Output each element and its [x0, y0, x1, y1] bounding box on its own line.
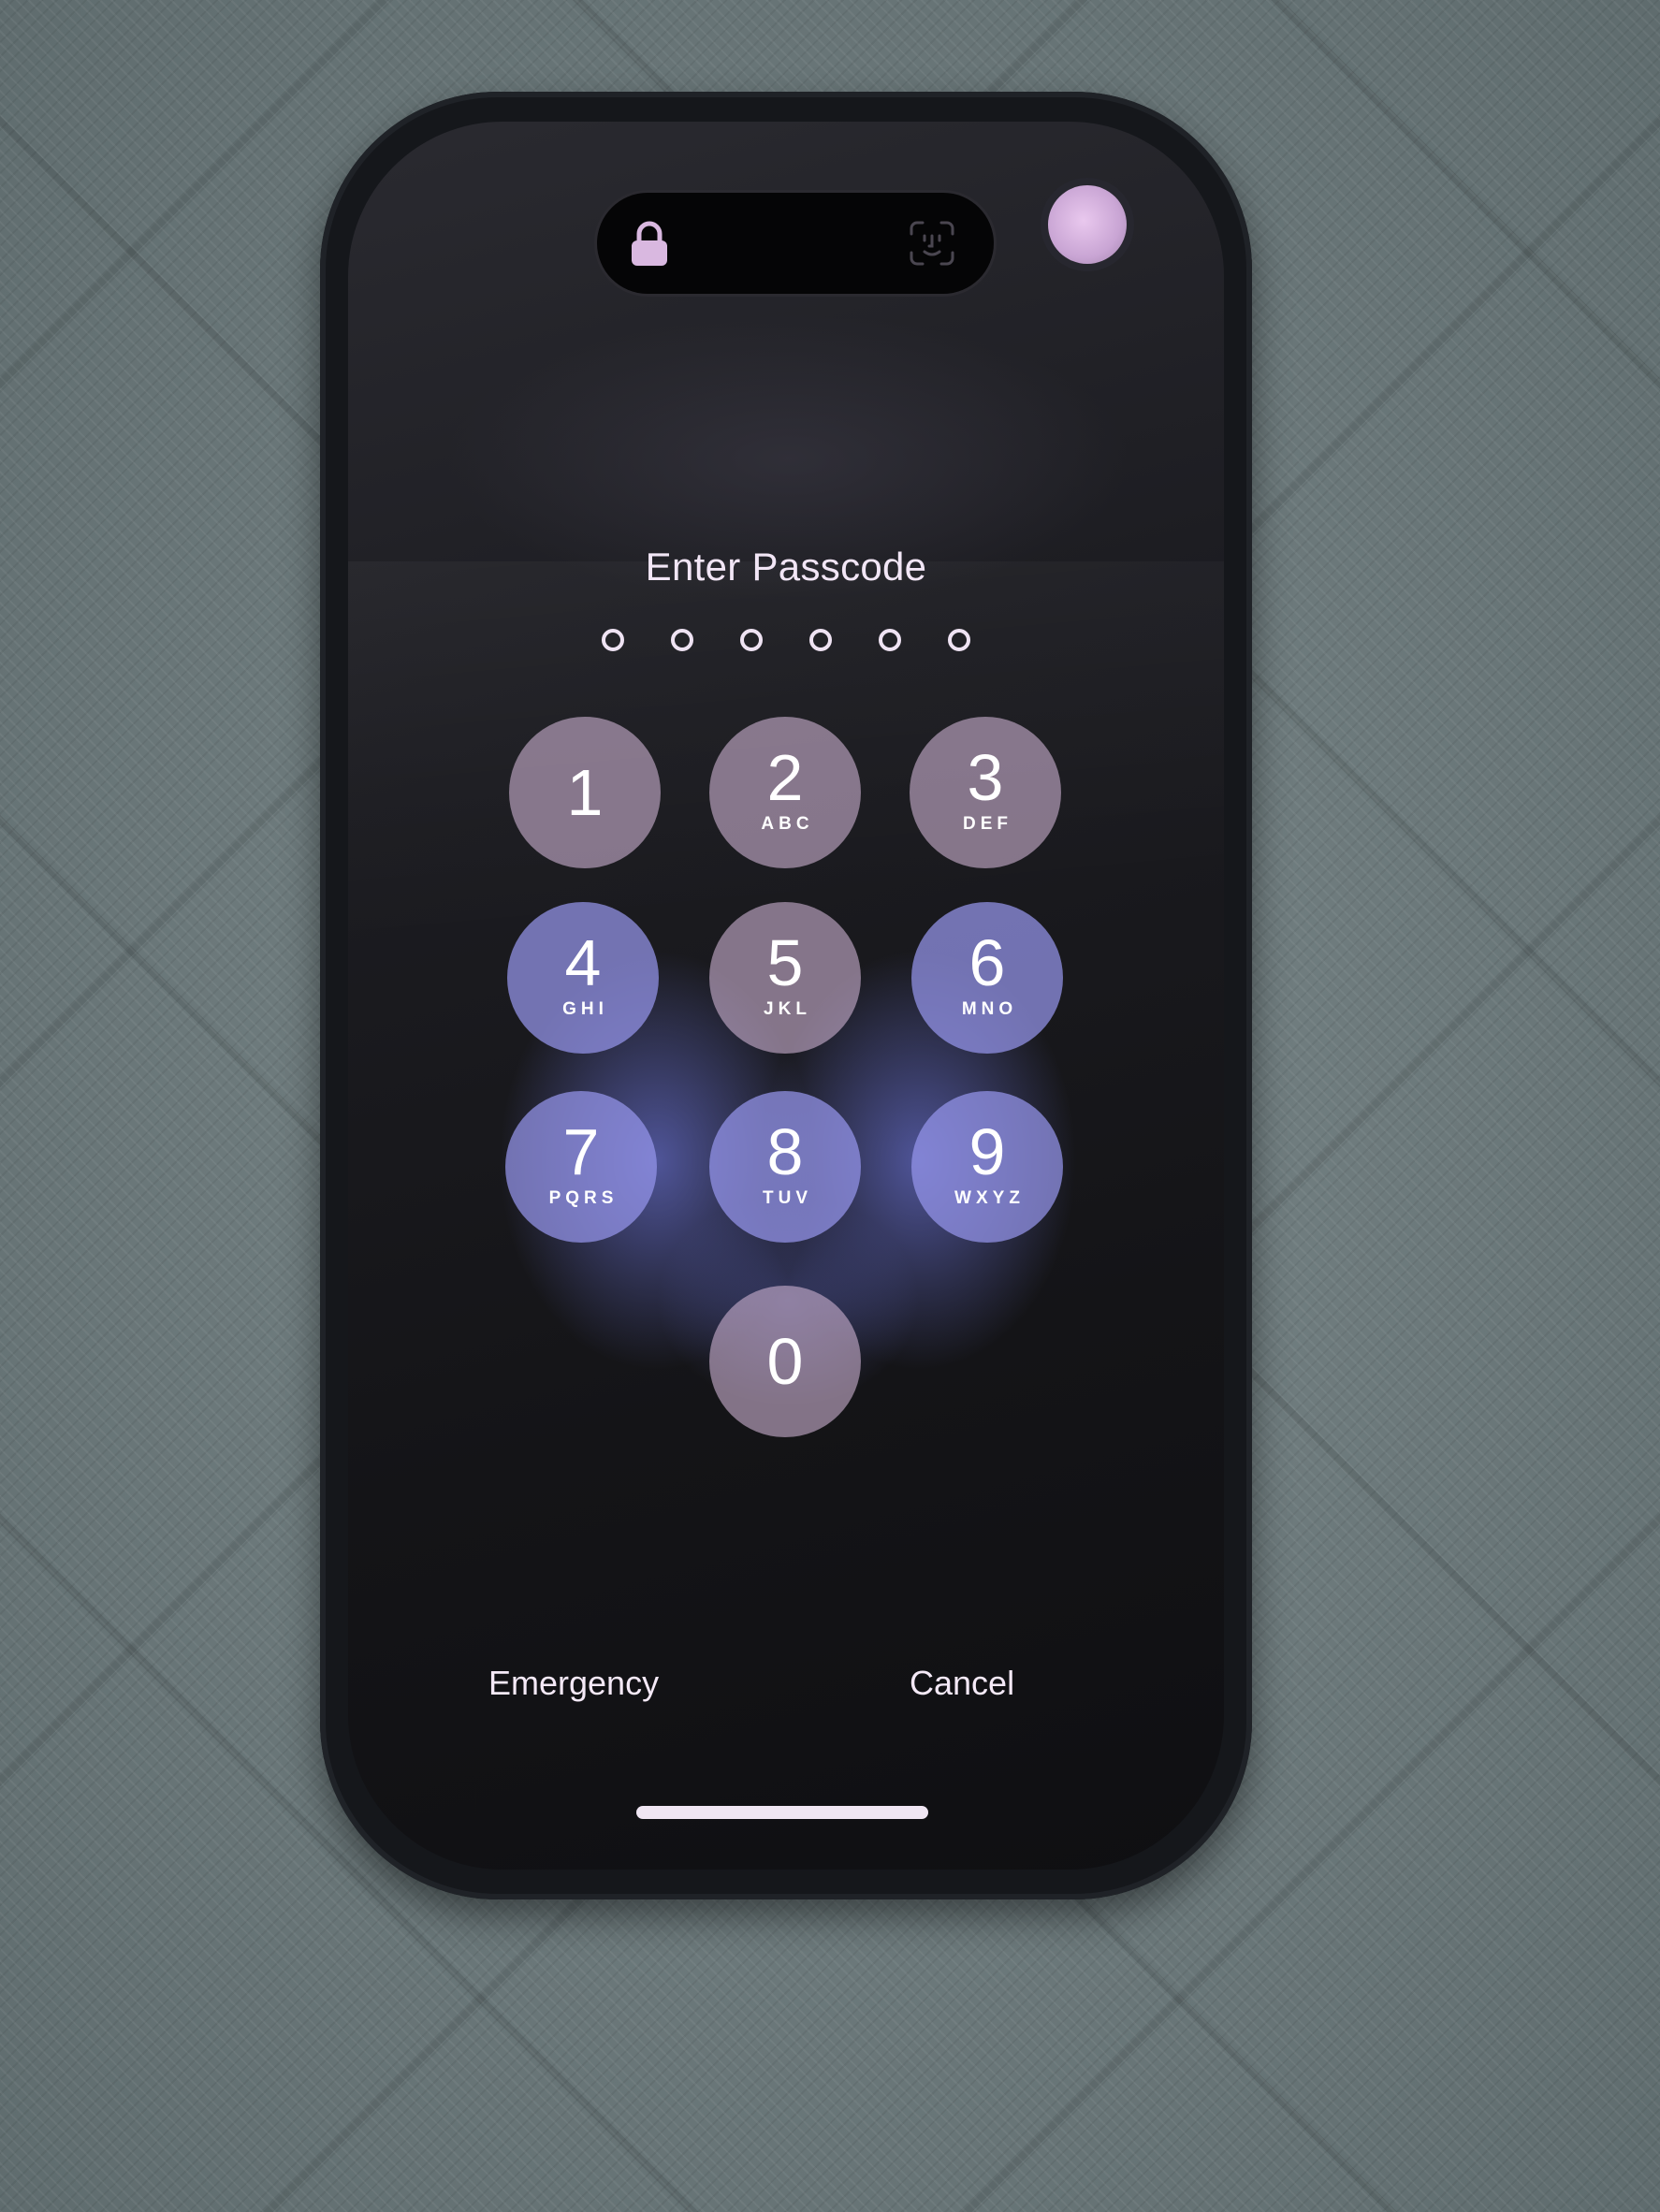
home-indicator[interactable] — [636, 1806, 928, 1819]
key-digit: 6 — [968, 926, 1006, 999]
key-letters: MNO — [961, 999, 1018, 1019]
keypad-key-6[interactable]: 6 MNO — [911, 902, 1063, 1054]
keypad-key-2[interactable]: 2 ABC — [709, 717, 861, 868]
lock-screen: Enter Passcode 1 2 ABC 3 DEF 4 GHI 5 JKL 6 MNO 7 PQR… — [348, 122, 1224, 1870]
keypad-key-9[interactable]: 9 WXYZ — [911, 1091, 1063, 1243]
cancel-button[interactable]: Cancel — [910, 1664, 1014, 1703]
key-digit: 8 — [766, 1115, 804, 1188]
emergency-button[interactable]: Emergency — [488, 1664, 659, 1703]
key-letters: JKL — [764, 999, 811, 1019]
key-letters: WXYZ — [954, 1188, 1025, 1208]
keypad-key-4[interactable]: 4 GHI — [507, 902, 659, 1054]
key-letters: GHI — [562, 999, 608, 1019]
key-digit: 5 — [766, 926, 804, 999]
key-digit: 0 — [766, 1325, 804, 1398]
key-digit: 7 — [562, 1115, 600, 1188]
keypad-key-0[interactable]: 0 — [709, 1286, 861, 1437]
key-letters: TUV — [763, 1188, 812, 1208]
keypad-key-8[interactable]: 8 TUV — [709, 1091, 861, 1243]
key-digit: 3 — [967, 741, 1004, 814]
keypad-key-7[interactable]: 7 PQRS — [505, 1091, 657, 1243]
keypad-key-1[interactable]: 1 — [509, 717, 661, 868]
key-digit: 9 — [968, 1115, 1006, 1188]
key-digit: 2 — [766, 741, 804, 814]
phone-case: Enter Passcode 1 2 ABC 3 DEF 4 GHI 5 JKL 6 MNO 7 PQR… — [320, 92, 1252, 1899]
key-letters: DEF — [963, 814, 1012, 834]
keypad-key-3[interactable]: 3 DEF — [910, 717, 1061, 868]
key-letters: ABC — [761, 814, 814, 834]
keypad: 1 2 ABC 3 DEF 4 GHI 5 JKL 6 MNO 7 PQRS 8 TUV 9 WXYZ 0 — [348, 122, 1224, 1870]
camera-lens — [1048, 185, 1127, 264]
key-letters: PQRS — [548, 1188, 619, 1208]
keypad-key-5[interactable]: 5 JKL — [709, 902, 861, 1054]
key-digit: 1 — [566, 756, 604, 829]
key-digit: 4 — [564, 926, 602, 999]
